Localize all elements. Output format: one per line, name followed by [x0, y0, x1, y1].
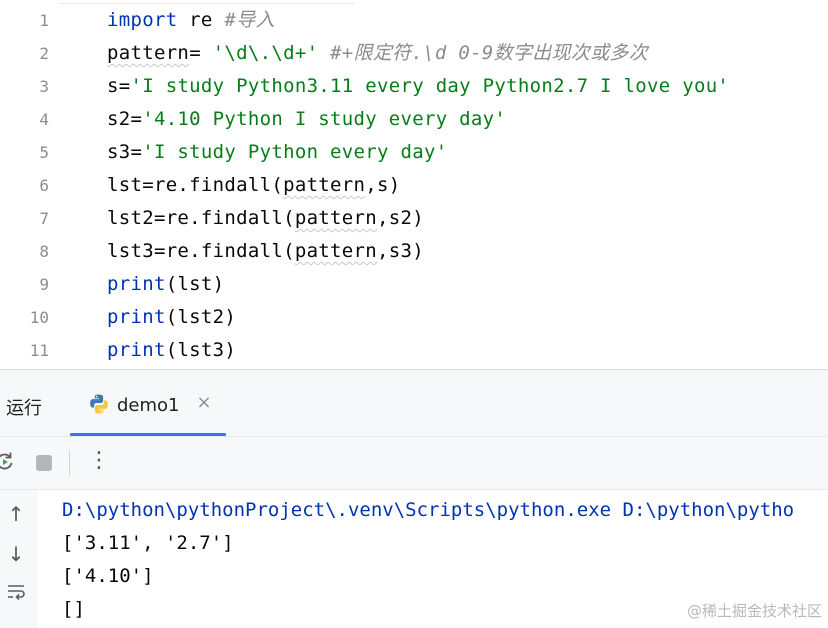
code-line[interactable]: 10 print(lst2) — [0, 301, 828, 334]
code-token: s3= — [107, 141, 143, 163]
line-number[interactable]: 8 — [0, 235, 49, 268]
soft-wrap-icon[interactable] — [4, 582, 28, 606]
code-token: 'I study Python every day' — [142, 141, 448, 163]
code-token: '\d\.\d+' — [212, 42, 319, 64]
more-options-icon[interactable]: ⋮ — [88, 448, 110, 474]
line-number[interactable]: 5 — [0, 136, 49, 169]
close-icon[interactable]: × — [195, 394, 213, 412]
console-line[interactable]: D:\python\pythonProject\.venv\Scripts\py… — [62, 494, 794, 527]
code-editor[interactable]: 1 import re #导入 2 pattern= '\d\.\d+' #+限定符.… — [0, 0, 828, 370]
console-line: ['4.10'] — [62, 565, 154, 587]
tab-demo1[interactable]: demo1 × — [70, 370, 226, 437]
code-line[interactable]: 5 s3='I study Python every day' — [0, 136, 828, 169]
code-line[interactable]: 6 lst=re.findall(pattern,s) — [0, 169, 828, 202]
code-text[interactable]: lst2=re.findall(pattern,s2) — [107, 202, 424, 235]
code-line[interactable]: 9 print(lst) — [0, 268, 828, 301]
line-number[interactable]: 7 — [0, 202, 49, 235]
code-token: print — [107, 306, 166, 328]
code-token: ,s) — [365, 174, 401, 196]
code-text[interactable]: s2='4.10 Python I study every day' — [107, 103, 506, 136]
python-icon — [88, 393, 110, 415]
code-token: pattern — [294, 207, 378, 229]
code-token: '4.10 Python I study every day' — [142, 108, 507, 130]
line-number[interactable]: 11 — [0, 334, 49, 367]
code-text[interactable]: print(lst2) — [107, 301, 236, 334]
code-token: 'I study Python3.11 every day Python2.7 … — [130, 75, 730, 97]
code-token: (lst3) — [165, 339, 237, 361]
code-token: (lst) — [165, 273, 225, 295]
code-token: import — [107, 9, 178, 31]
code-token: #导入 — [224, 9, 275, 31]
scroll-up-icon[interactable]: ↑ — [4, 502, 28, 526]
code-line[interactable]: 3 s='I study Python3.11 every day Python2… — [0, 70, 828, 103]
line-number[interactable]: 9 — [0, 268, 49, 301]
scroll-down-icon[interactable]: ↓ — [4, 542, 28, 566]
code-line[interactable]: 11 print(lst3) — [0, 334, 828, 367]
line-number[interactable]: 3 — [0, 70, 49, 103]
code-line[interactable]: 1 import re #导入 — [0, 4, 828, 37]
code-text[interactable]: import re #导入 — [107, 4, 275, 37]
line-number[interactable]: 10 — [0, 301, 49, 334]
console-line: [] — [62, 598, 85, 620]
code-token: print — [107, 339, 166, 361]
code-text[interactable]: s='I study Python3.11 every day Python2.… — [107, 70, 729, 103]
code-token: ,s3) — [377, 240, 424, 262]
run-panel-title[interactable]: 运行 — [6, 394, 42, 420]
code-token: #+限定符.\d 0-9数字出现次或多次 — [318, 42, 649, 64]
run-tool-window: 运行 demo1 × ⋮ ↑ ↓ D:\python\pythonProject… — [0, 370, 828, 628]
code-token: pattern — [294, 240, 378, 262]
run-header: 运行 demo1 × — [0, 370, 828, 437]
rerun-icon[interactable] — [0, 450, 16, 472]
code-text[interactable]: print(lst3) — [107, 334, 236, 367]
code-token: lst2=re.findall( — [107, 207, 295, 229]
line-number[interactable]: 6 — [0, 169, 49, 202]
code-token: lst=re.findall( — [107, 174, 284, 196]
code-token: pattern — [283, 174, 366, 196]
code-token: ,s2) — [377, 207, 424, 229]
code-line[interactable]: 7 lst2=re.findall(pattern,s2) — [0, 202, 828, 235]
header-separator — [0, 436, 828, 437]
code-line[interactable]: 8 lst3=re.findall(pattern,s3) — [0, 235, 828, 268]
code-token: = — [189, 42, 213, 64]
code-token: s2= — [107, 108, 143, 130]
code-text[interactable]: lst3=re.findall(pattern,s3) — [107, 235, 424, 268]
code-text[interactable]: lst=re.findall(pattern,s) — [107, 169, 401, 202]
code-token: print — [107, 273, 166, 295]
code-text[interactable]: print(lst) — [107, 268, 224, 301]
code-line[interactable]: 4 s2='4.10 Python I study every day' — [0, 103, 828, 136]
line-number[interactable]: 1 — [0, 4, 49, 37]
code-token: re — [177, 9, 225, 31]
line-number[interactable]: 4 — [0, 103, 49, 136]
toolbar-separator — [69, 450, 70, 476]
code-text[interactable]: pattern= '\d\.\d+' #+限定符.\d 0-9数字出现次或多次 — [107, 37, 648, 70]
code-token: (lst2) — [165, 306, 237, 328]
code-line[interactable]: 2 pattern= '\d\.\d+' #+限定符.\d 0-9数字出现次或多次 — [0, 37, 828, 70]
code-token: s= — [107, 75, 131, 97]
console-side-toolbar: ↑ ↓ — [0, 490, 38, 628]
tab-label: demo1 — [117, 395, 180, 416]
stop-icon[interactable] — [36, 455, 52, 471]
line-number[interactable]: 2 — [0, 37, 49, 70]
code-text[interactable]: s3='I study Python every day' — [107, 136, 447, 169]
console-line: ['3.11', '2.7'] — [62, 532, 234, 554]
code-token: lst3=re.findall( — [107, 240, 295, 262]
code-token: pattern — [107, 42, 190, 64]
watermark: @稀土掘金技术社区 — [686, 602, 822, 620]
